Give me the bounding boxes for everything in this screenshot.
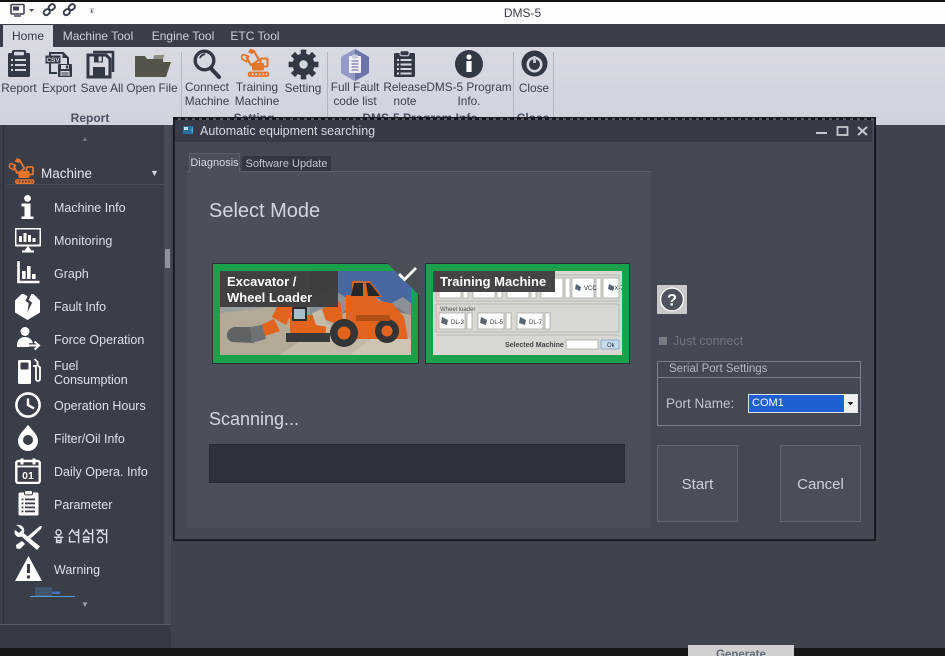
svg-text:CSV: CSV xyxy=(46,57,60,64)
svg-text:DL-3: DL-3 xyxy=(451,320,465,326)
svg-text:Wheel loader: Wheel loader xyxy=(440,307,475,313)
svg-text:DL-5: DL-5 xyxy=(490,320,504,326)
svg-text:Excavator /: Excavator / xyxy=(227,274,297,289)
svg-text:Ok: Ok xyxy=(607,343,616,349)
svg-text:DL-7: DL-7 xyxy=(529,320,543,326)
svg-text:?: ? xyxy=(667,292,677,310)
svg-text:01: 01 xyxy=(22,470,34,482)
svg-text:Wheel Loader: Wheel Loader xyxy=(227,290,312,305)
svg-text:Selected Machine: Selected Machine xyxy=(505,342,564,349)
svg-text:VCC: VCC xyxy=(584,286,597,292)
svg-text:Training Machine: Training Machine xyxy=(440,274,546,289)
